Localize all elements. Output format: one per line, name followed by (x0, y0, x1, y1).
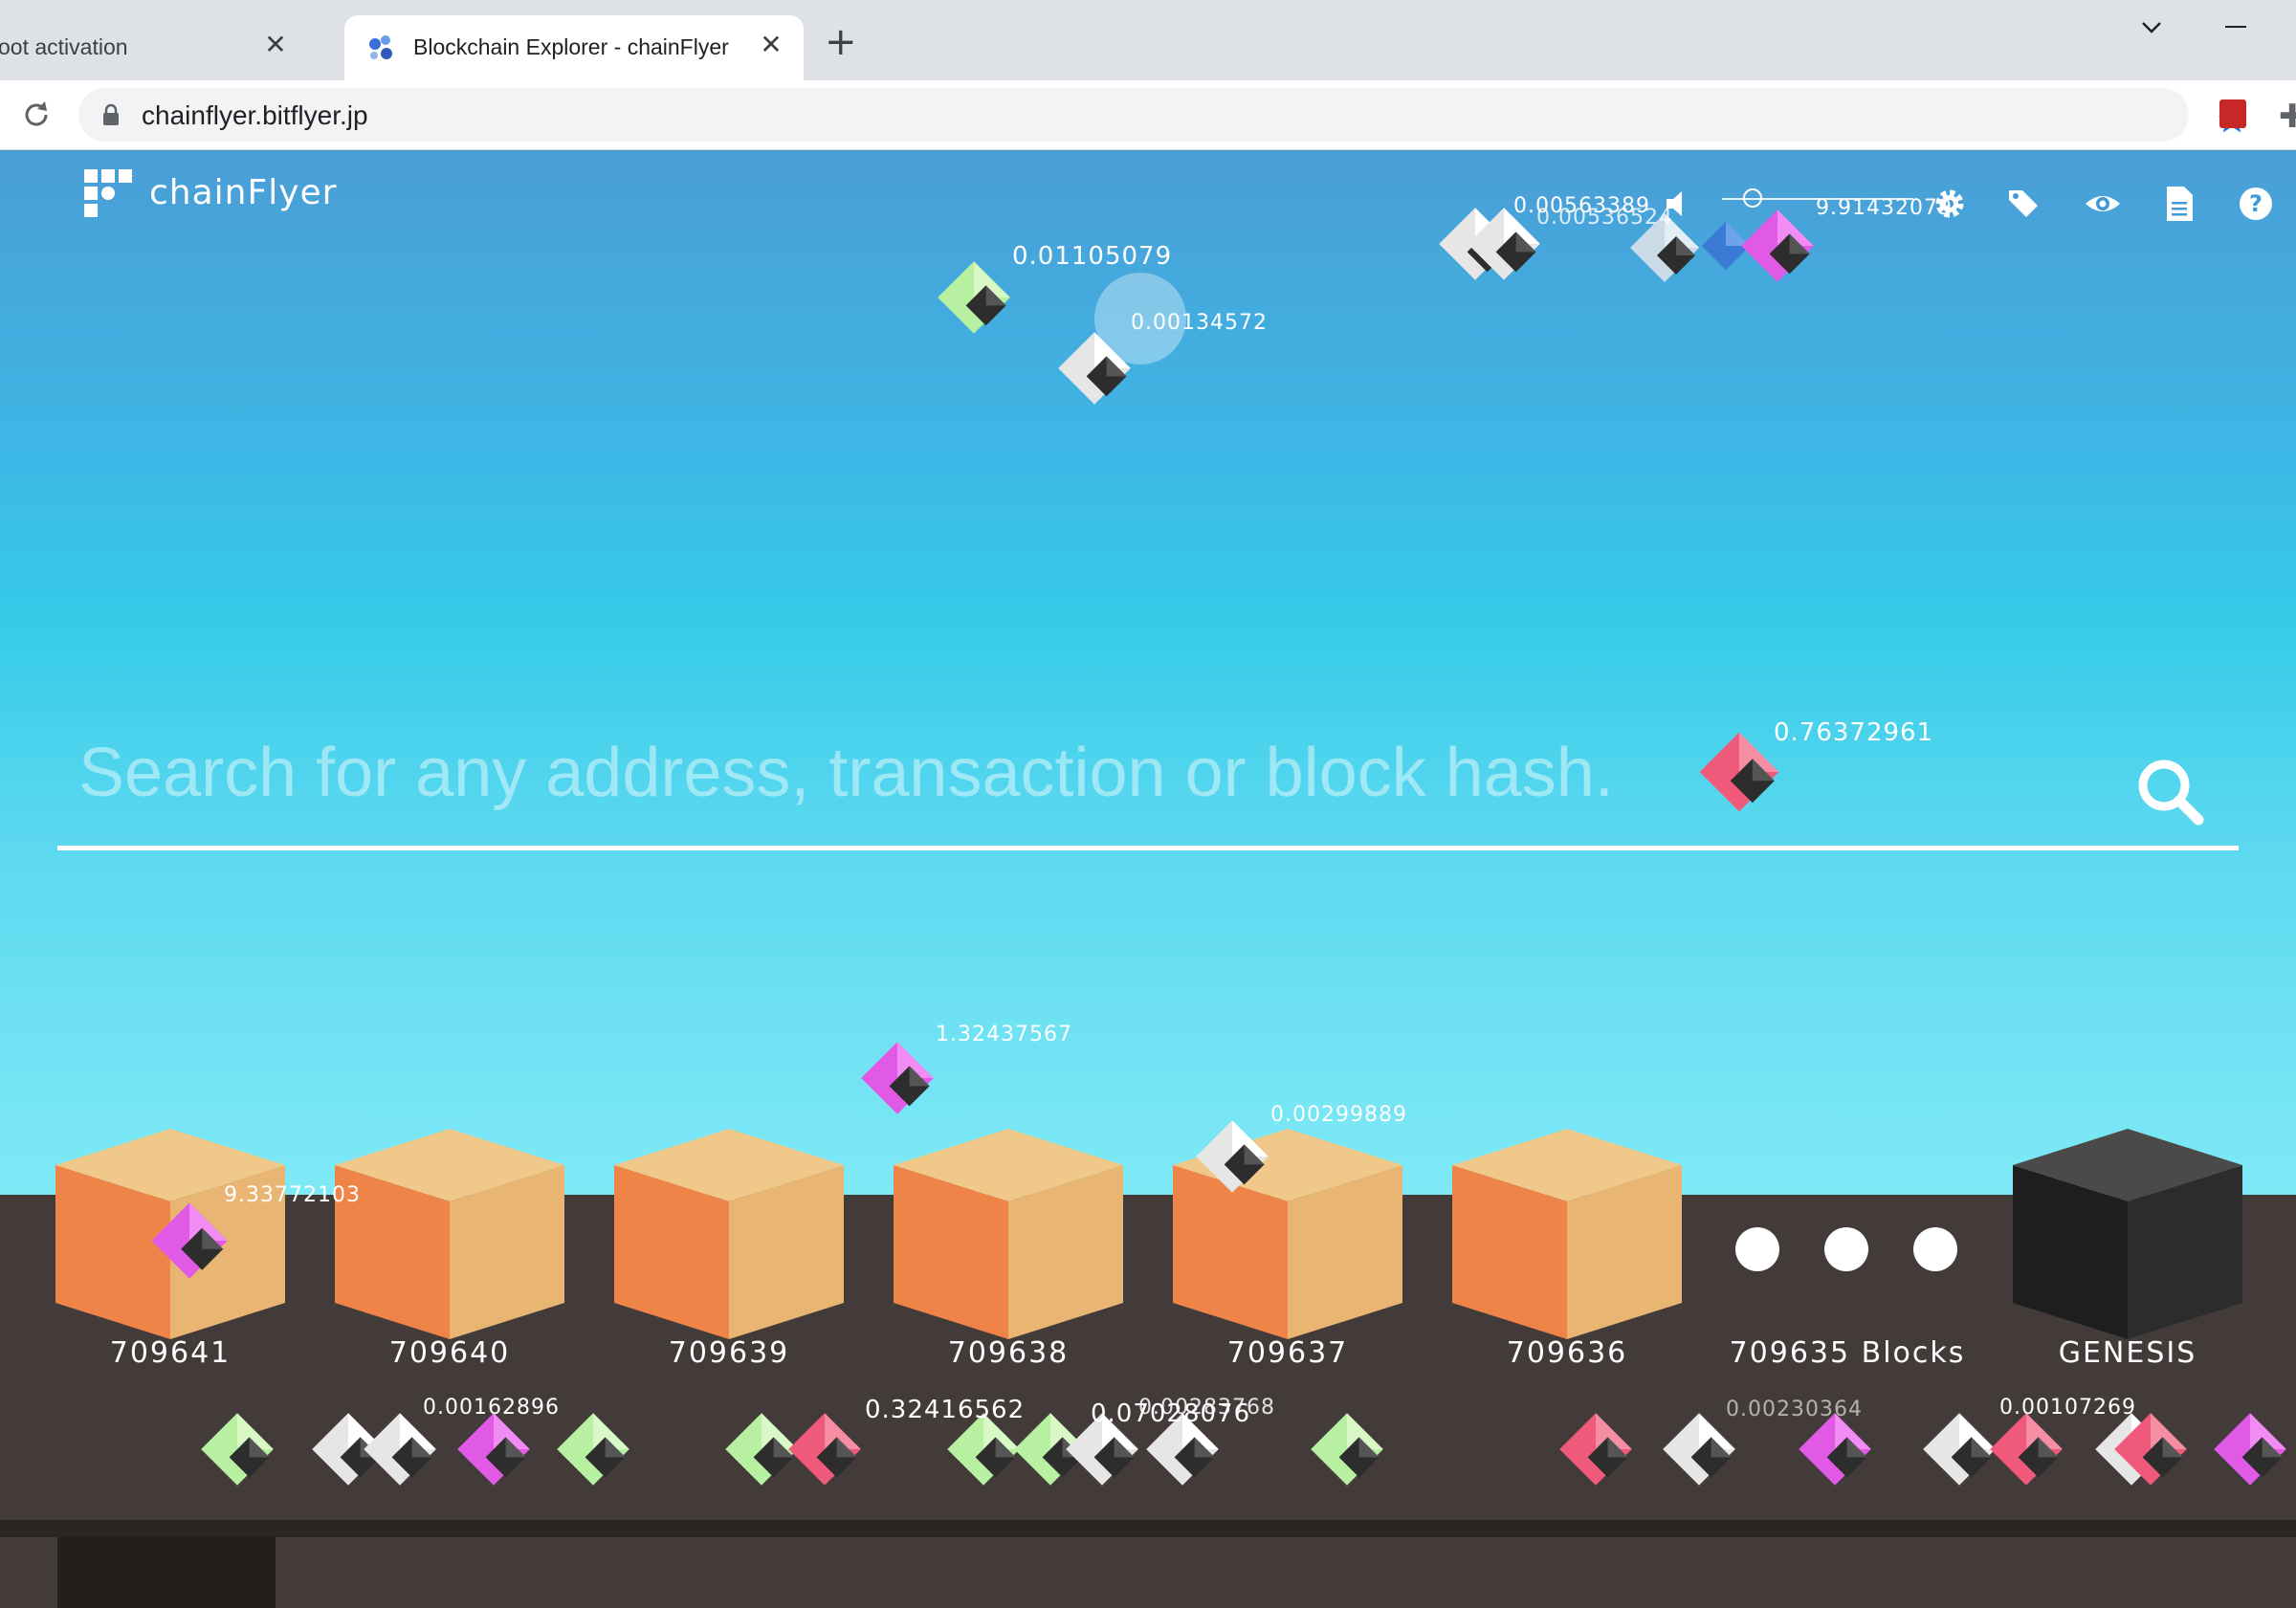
tab-previous[interactable]: oot activation ✕ (0, 15, 335, 80)
block-height-label[interactable]: 709639 (585, 1336, 872, 1370)
transaction-crystal[interactable] (1054, 328, 1135, 408)
tags-icon[interactable] (2005, 185, 2043, 223)
blocks-summary-label[interactable]: 709635 Blocks (1704, 1336, 1991, 1370)
transaction-crystal[interactable] (2210, 1409, 2290, 1489)
tab-title: Blockchain Explorer - chainFlyer (413, 34, 729, 59)
transaction-value: 0.00107269 (1999, 1396, 2136, 1420)
transaction-value: 0.32416562 (865, 1396, 1026, 1424)
more-blocks-dot[interactable] (1913, 1227, 1957, 1271)
block-cube[interactable] (1452, 1129, 1682, 1339)
puzzle-icon[interactable]: ✚ (2279, 98, 2296, 136)
chainflyer-favicon-icon (369, 35, 392, 59)
transaction-crystal[interactable] (1556, 1409, 1636, 1489)
block-height-label[interactable]: 709640 (306, 1336, 593, 1370)
transaction-value: 0.01105079 (1012, 242, 1173, 271)
more-blocks-dot[interactable] (1824, 1227, 1868, 1271)
block-height-label[interactable]: 709641 (27, 1336, 314, 1370)
address-bar[interactable]: chainflyer.bitflyer.jp (78, 88, 2246, 142)
new-tab-button[interactable]: + (825, 23, 857, 61)
transaction-crystal[interactable] (553, 1409, 633, 1489)
tab-active[interactable]: Blockchain Explorer - chainFlyer ✕ (344, 15, 804, 80)
search-underline (57, 846, 2239, 850)
block-height-label[interactable]: 709637 (1144, 1336, 1431, 1370)
document-icon[interactable] (2160, 185, 2198, 223)
chainflyer-logo-icon[interactable] (84, 169, 142, 225)
browser-toolbar: chainflyer.bitflyer.jp ✚ (0, 80, 2296, 150)
transaction-value: 0.76372961 (1774, 718, 1934, 747)
transaction-value: 0.00536524 (1536, 206, 1673, 230)
eye-icon[interactable] (2084, 185, 2122, 223)
minimize-icon[interactable] (2225, 26, 2246, 28)
extension-bookmark-icon[interactable] (2219, 99, 2246, 128)
transaction-value: 9.33772103 (224, 1183, 361, 1207)
svg-text:?: ? (2249, 190, 2263, 217)
tab-close-icon[interactable]: ✕ (754, 29, 788, 60)
block-cube[interactable] (894, 1129, 1123, 1339)
transaction-crystal[interactable] (453, 1409, 534, 1489)
transaction-value: 0.00134572 (1131, 311, 1268, 335)
transaction-crystal[interactable] (2110, 1409, 2191, 1489)
tab-close-icon[interactable]: ✕ (258, 29, 293, 60)
ground-divider (0, 1520, 2296, 1537)
transaction-value: 1.32437567 (936, 1023, 1072, 1046)
tab-title: oot activation (0, 34, 128, 59)
transaction-crystal[interactable] (857, 1038, 938, 1118)
genesis-label[interactable]: GENESIS (1984, 1336, 2271, 1370)
transaction-crystal[interactable] (1192, 1116, 1272, 1197)
help-icon[interactable]: ? (2237, 185, 2275, 223)
transaction-crystal[interactable] (1695, 728, 1783, 816)
tab-search-chevron-icon[interactable] (2137, 13, 2166, 42)
reload-icon[interactable] (19, 98, 54, 132)
transaction-crystal[interactable] (360, 1409, 440, 1489)
genesis-block-cube[interactable] (2013, 1129, 2242, 1339)
transaction-value: 0.00230364 (1726, 1398, 1863, 1421)
footer-area (0, 1537, 2296, 1608)
block-cube[interactable] (335, 1129, 564, 1339)
transaction-crystal[interactable] (1737, 206, 1818, 286)
brand-name[interactable]: chainFlyer (149, 173, 337, 212)
search-icon[interactable] (2131, 753, 2208, 829)
block-height-label[interactable]: 709636 (1424, 1336, 1711, 1370)
tab-bar: oot activation ✕ Blockchain Explorer - c… (0, 0, 2296, 80)
transaction-crystal[interactable] (1307, 1409, 1387, 1489)
block-cube[interactable] (614, 1129, 844, 1339)
page-viewport: chainFlyer ? Search for any address, tra… (0, 150, 2296, 1608)
volume-slider-handle[interactable] (1743, 188, 1762, 208)
transaction-crystal[interactable] (1986, 1409, 2066, 1489)
footer-panel (57, 1537, 276, 1608)
transaction-value: 0.00299889 (1270, 1103, 1407, 1127)
transaction-crystal[interactable] (784, 1409, 865, 1489)
url-text: chainflyer.bitflyer.jp (142, 100, 368, 130)
transaction-crystal[interactable] (197, 1409, 277, 1489)
transaction-value: 0.00162896 (423, 1396, 560, 1420)
transaction-crystal[interactable] (147, 1199, 232, 1283)
block-height-label[interactable]: 709638 (865, 1336, 1152, 1370)
lock-icon[interactable] (101, 103, 121, 126)
transaction-value: 0.00283768 (1138, 1396, 1275, 1420)
transaction-value: 9.91432079 (1816, 196, 1953, 220)
transaction-crystal[interactable] (934, 257, 1014, 338)
more-blocks-dot[interactable] (1735, 1227, 1779, 1271)
